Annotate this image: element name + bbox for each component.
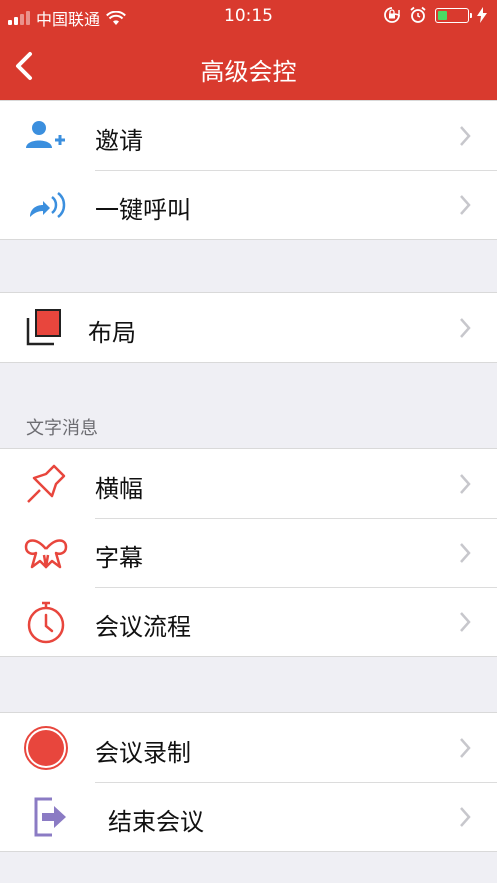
charging-bolt-icon <box>477 7 487 23</box>
page-title: 高级会控 <box>200 58 297 86</box>
group-text-messages: 横幅 字幕 会议流程 <box>0 448 497 657</box>
chevron-right-icon <box>460 738 471 758</box>
call-wave-icon <box>30 192 66 218</box>
alarm-icon <box>410 6 426 23</box>
stopwatch-icon <box>27 601 65 644</box>
orientation-lock-icon <box>384 7 400 23</box>
menu-item-label: 字幕 <box>95 544 143 572</box>
chevron-right-icon <box>460 543 471 563</box>
status-bar: 中国联通 10:15 <box>0 0 497 32</box>
add-user-icon <box>26 121 65 148</box>
menu-item-label: 横幅 <box>95 475 143 503</box>
navigation-bar: 高级会控 <box>0 32 497 100</box>
menu-item-label: 邀请 <box>95 127 143 155</box>
chevron-right-icon <box>460 807 471 827</box>
layout-icon <box>26 309 61 346</box>
group-invite-call: 邀请 一键呼叫 <box>0 100 497 240</box>
menu-item-label: 会议录制 <box>95 739 191 767</box>
record-icon <box>24 726 68 770</box>
battery-icon <box>435 7 472 23</box>
chevron-right-icon <box>460 195 471 215</box>
menu-item-one-key-call[interactable]: 一键呼叫 <box>0 170 497 239</box>
group-record-end: 会议录制 结束会议 <box>0 712 497 852</box>
menu-item-invite[interactable]: 邀请 <box>0 101 497 170</box>
chevron-right-icon <box>460 126 471 146</box>
section-header-text-messages: 文字消息 <box>26 418 98 439</box>
pushpin-icon <box>27 464 66 503</box>
ribbon-icon <box>24 539 68 569</box>
menu-item-end-meeting[interactable]: 结束会议 <box>0 782 497 851</box>
chevron-right-icon <box>460 612 471 632</box>
group-layout: 布局 <box>0 292 497 363</box>
status-right <box>383 6 487 24</box>
exit-icon <box>34 797 66 837</box>
menu-item-label: 布局 <box>88 319 136 347</box>
menu-item-label: 会议流程 <box>95 613 191 641</box>
menu-item-record[interactable]: 会议录制 <box>0 713 497 782</box>
chevron-right-icon <box>460 318 471 338</box>
menu-item-banner[interactable]: 横幅 <box>0 449 497 518</box>
chevron-right-icon <box>460 474 471 494</box>
menu-item-layout[interactable]: 布局 <box>0 293 497 362</box>
menu-item-label: 结束会议 <box>108 808 204 836</box>
menu-item-agenda[interactable]: 会议流程 <box>0 587 497 656</box>
menu-item-subtitle[interactable]: 字幕 <box>0 518 497 587</box>
menu-item-label: 一键呼叫 <box>95 196 191 224</box>
